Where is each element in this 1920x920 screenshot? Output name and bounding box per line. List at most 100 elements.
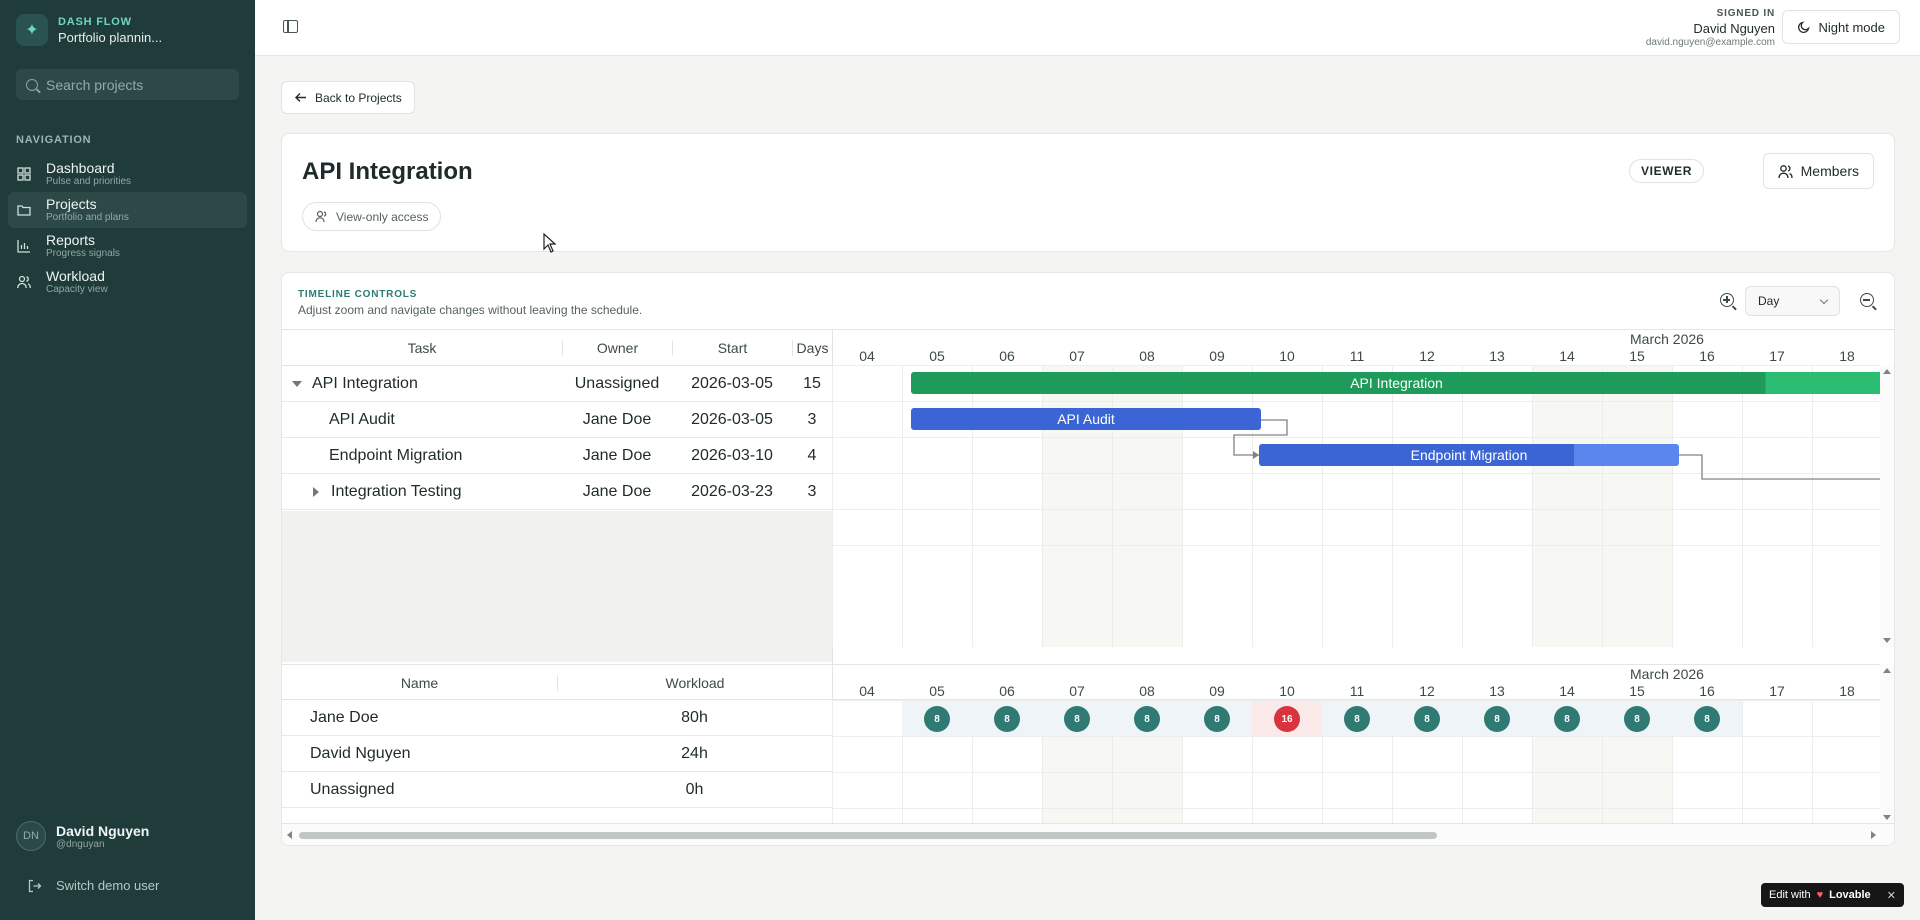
task-name: Integration Testing bbox=[331, 483, 462, 500]
task-header-row: Task Owner Start Days bbox=[282, 330, 832, 366]
workload-hours-badge[interactable]: 8 bbox=[1204, 706, 1230, 732]
time-scale-select[interactable]: Day bbox=[1745, 286, 1840, 316]
gantt-bar[interactable]: Endpoint Migration bbox=[1259, 444, 1679, 466]
sidebar-item-projects[interactable]: Projects Portfolio and plans bbox=[8, 192, 247, 228]
chevron-down-icon bbox=[1819, 295, 1829, 304]
task-owner: Jane Doe bbox=[582, 411, 652, 428]
day-label: 13 bbox=[1489, 683, 1505, 699]
nav-subtitle: Portfolio and plans bbox=[46, 211, 129, 223]
column-header-days[interactable]: Days bbox=[792, 340, 832, 356]
zoom-in-icon bbox=[1720, 293, 1734, 307]
workload-hours-badge[interactable]: 8 bbox=[1134, 706, 1160, 732]
task-owner: Unassigned bbox=[574, 375, 660, 392]
switch-user-button[interactable]: Switch demo user bbox=[28, 878, 159, 893]
grid-icon bbox=[16, 166, 32, 182]
close-icon[interactable]: ✕ bbox=[1887, 889, 1896, 902]
workload-hours-badge[interactable]: 8 bbox=[994, 706, 1020, 732]
workload-hours-badge[interactable]: 8 bbox=[1624, 706, 1650, 732]
day-label: 18 bbox=[1839, 348, 1855, 364]
expand-toggle-icon[interactable] bbox=[313, 474, 319, 510]
resource-row[interactable]: Jane Doe 80h bbox=[282, 700, 832, 736]
sidebar-item-dashboard[interactable]: Dashboard Pulse and priorities bbox=[8, 156, 247, 192]
nav-title: Dashboard bbox=[46, 159, 115, 176]
day-label: 10 bbox=[1279, 348, 1295, 364]
horizontal-scroll-thumb[interactable] bbox=[299, 832, 1437, 839]
horizontal-scrollbar[interactable] bbox=[282, 823, 1894, 845]
scroll-down-icon[interactable] bbox=[1883, 638, 1891, 643]
task-row[interactable]: API Audit Jane Doe 2026-03-05 3 bbox=[282, 402, 832, 438]
day-label: 04 bbox=[859, 348, 875, 364]
scroll-right-icon[interactable] bbox=[1871, 831, 1876, 839]
workload-hours-badge[interactable]: 8 bbox=[1694, 706, 1720, 732]
collapse-toggle-icon[interactable] bbox=[292, 366, 302, 402]
sidebar-item-reports[interactable]: Reports Progress signals bbox=[8, 228, 247, 264]
scroll-up-icon[interactable] bbox=[1883, 668, 1891, 673]
scroll-down-icon[interactable] bbox=[1883, 815, 1891, 820]
workload-hours-badge[interactable]: 8 bbox=[1484, 706, 1510, 732]
search-box[interactable] bbox=[16, 69, 239, 100]
sidebar-toggle-icon[interactable] bbox=[283, 20, 298, 33]
day-column bbox=[832, 700, 902, 824]
column-header-workload[interactable]: Workload bbox=[557, 675, 832, 691]
task-start: 2026-03-23 bbox=[691, 483, 773, 500]
nav-subtitle: Capacity view bbox=[46, 283, 108, 295]
resource-vertical-scrollbar[interactable] bbox=[1880, 664, 1894, 824]
workload-hours-badge[interactable]: 8 bbox=[1554, 706, 1580, 732]
current-user[interactable]: DN David Nguyen @dnguyan bbox=[16, 821, 149, 851]
day-label: 05 bbox=[929, 348, 945, 364]
task-row[interactable]: Integration Testing Jane Doe 2026-03-23 … bbox=[282, 474, 832, 510]
zoom-in-button[interactable] bbox=[1720, 293, 1734, 307]
resource-row[interactable]: David Nguyen 24h bbox=[282, 736, 832, 772]
members-label: Members bbox=[1800, 163, 1859, 179]
brand[interactable]: ✦ DASH FLOW Portfolio plannin... bbox=[16, 14, 162, 46]
resource-name: David Nguyen bbox=[310, 745, 411, 762]
arrow-left-icon bbox=[295, 93, 306, 102]
task-name: API Integration bbox=[312, 375, 418, 392]
workload-hours-badge[interactable]: 16 bbox=[1274, 706, 1300, 732]
gantt-bar[interactable]: API Integration bbox=[911, 372, 1882, 394]
task-days: 3 bbox=[807, 411, 817, 428]
scroll-left-icon[interactable] bbox=[287, 831, 292, 839]
night-mode-button[interactable]: Night mode bbox=[1781, 10, 1900, 44]
edit-with-lovable-badge[interactable]: Edit with ♥ Lovable ✕ bbox=[1761, 883, 1904, 907]
back-to-projects-button[interactable]: Back to Projects bbox=[281, 81, 415, 114]
workload-hours-badge[interactable]: 8 bbox=[924, 706, 950, 732]
column-header-owner[interactable]: Owner bbox=[562, 340, 672, 356]
gantt-bar[interactable]: API Audit bbox=[911, 408, 1261, 430]
day-label: 10 bbox=[1279, 683, 1295, 699]
day-label: 05 bbox=[929, 683, 945, 699]
task-row[interactable]: API Integration Unassigned 2026-03-05 15 bbox=[282, 366, 832, 402]
nav-title: Workload bbox=[46, 267, 105, 284]
users-icon bbox=[16, 274, 32, 290]
day-label: 08 bbox=[1139, 683, 1155, 699]
workload-hours-badge[interactable]: 8 bbox=[1344, 706, 1370, 732]
members-button[interactable]: Members bbox=[1762, 153, 1874, 189]
workload-hours-badge[interactable]: 8 bbox=[1064, 706, 1090, 732]
task-owner: Jane Doe bbox=[582, 447, 652, 464]
day-column bbox=[1742, 700, 1812, 824]
resource-row[interactable]: Unassigned 0h bbox=[282, 772, 832, 808]
zoom-out-button[interactable] bbox=[1860, 293, 1874, 307]
project-header: API Integration View-only access VIEWER … bbox=[281, 133, 1895, 252]
role-badge: VIEWER bbox=[1629, 159, 1704, 183]
scroll-up-icon[interactable] bbox=[1883, 369, 1891, 374]
day-column bbox=[1462, 365, 1532, 647]
workload-hours-badge[interactable]: 8 bbox=[1414, 706, 1440, 732]
user-icon bbox=[315, 210, 327, 223]
gantt-vertical-scrollbar[interactable] bbox=[1880, 365, 1894, 647]
task-start: 2026-03-05 bbox=[691, 375, 773, 392]
search-input[interactable] bbox=[46, 76, 226, 93]
task-name: Endpoint Migration bbox=[329, 447, 463, 464]
task-row[interactable]: Endpoint Migration Jane Doe 2026-03-10 4 bbox=[282, 438, 832, 474]
day-label: 16 bbox=[1699, 683, 1715, 699]
resource-workload: 24h bbox=[681, 745, 708, 762]
sidebar-item-workload[interactable]: Workload Capacity view bbox=[8, 264, 247, 300]
column-header-start[interactable]: Start bbox=[672, 340, 792, 356]
day-label: 06 bbox=[999, 348, 1015, 364]
task-name: API Audit bbox=[329, 411, 395, 428]
column-header-name[interactable]: Name bbox=[282, 675, 557, 691]
column-header-task[interactable]: Task bbox=[282, 340, 562, 356]
nav-subtitle: Pulse and priorities bbox=[46, 175, 132, 187]
day-label: 17 bbox=[1769, 683, 1785, 699]
day-label: 12 bbox=[1419, 683, 1435, 699]
